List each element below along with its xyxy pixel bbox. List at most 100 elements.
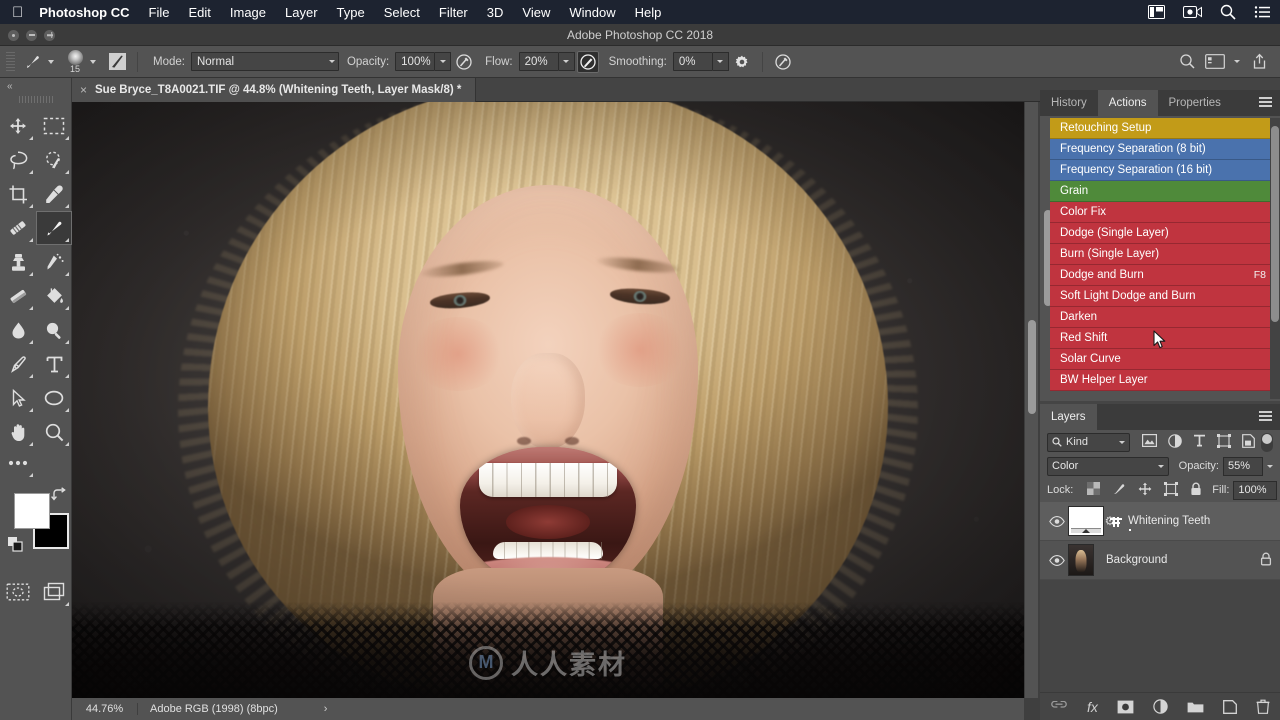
smoothing-stepper[interactable] [712,52,729,71]
canvas-vertical-scrollbar[interactable] [1024,102,1038,698]
menu-window[interactable]: Window [569,5,615,20]
action-row[interactable]: Burn (Single Layer) [1050,244,1274,265]
ellipse-tool[interactable] [36,381,72,415]
action-row[interactable]: Frequency Separation (8 bit) [1050,139,1274,160]
layer-thumbnail[interactable] [1068,544,1094,576]
airbrush-icon[interactable] [576,50,599,73]
menu-filter[interactable]: Filter [439,5,468,20]
eyedropper-tool[interactable] [36,177,72,211]
layer-opacity-input[interactable]: 55% [1223,456,1263,476]
brush-settings-caret-icon[interactable] [90,59,96,64]
lock-artboard-icon[interactable] [1164,481,1179,499]
new-layer-icon[interactable] [1222,699,1237,714]
control-center-icon[interactable] [1254,6,1270,18]
menu-file[interactable]: File [149,5,170,20]
more-tools-icon[interactable] [0,449,36,477]
path-selection-tool[interactable] [0,381,36,415]
opacity-input[interactable]: 100% [395,52,436,71]
blend-mode-select[interactable]: Normal [190,52,339,71]
add-layer-style-icon[interactable]: fx [1087,699,1098,715]
delete-layer-icon[interactable] [1256,699,1270,714]
document-info[interactable]: Adobe RGB (1998) (8bpc) › [138,703,327,715]
paint-bucket-tool[interactable] [36,279,72,313]
lock-image-icon[interactable] [1112,482,1126,499]
layer-row-background[interactable]: Background [1040,541,1280,580]
clone-stamp-tool[interactable] [0,245,36,279]
pixel-filter-icon[interactable] [1141,434,1157,450]
options-bar-grip[interactable] [6,51,15,72]
scrollbar-thumb[interactable] [1028,320,1036,414]
actions-right-thumb[interactable] [1271,126,1279,322]
layer-row-whitening-teeth[interactable]: ⚙ Whitening Teeth [1040,502,1280,541]
tab-layers[interactable]: Layers [1040,404,1097,430]
action-row[interactable]: Color Fix [1050,202,1274,223]
tab-history[interactable]: History [1040,90,1098,116]
swap-colors-icon[interactable] [51,487,67,506]
lock-transparency-icon[interactable] [1087,482,1101,498]
lock-position-icon[interactable] [1138,482,1152,499]
menu-3d[interactable]: 3D [487,5,504,20]
quick-selection-tool[interactable] [36,143,72,177]
lock-all-icon[interactable] [1190,482,1202,499]
action-row[interactable]: BW Helper Layer [1050,370,1274,391]
workspace-caret-icon[interactable] [1234,60,1240,63]
layers-panel-menu-icon[interactable] [1259,411,1272,422]
layer-blend-mode-select[interactable]: Color [1047,456,1169,476]
document-tab[interactable]: × Sue Bryce_T8A0021.TIF @ 44.8% (Whiteni… [72,78,477,102]
screen-mode-icon[interactable] [36,575,72,609]
search-icon[interactable] [1176,51,1198,73]
layer-thumbnail[interactable] [1068,506,1104,536]
spot-healing-brush-tool[interactable] [0,211,36,245]
new-group-icon[interactable] [1187,700,1204,713]
history-brush-tool[interactable] [36,245,72,279]
close-icon[interactable]: × [80,83,87,97]
add-layer-mask-icon[interactable] [1117,700,1134,714]
move-tool[interactable] [0,109,36,143]
smart-object-filter-icon[interactable] [1241,433,1255,451]
action-row[interactable]: Soft Light Dodge and Burn [1050,286,1274,307]
gear-icon[interactable] [731,51,753,73]
screen-record-icon[interactable] [1183,5,1202,19]
shape-filter-icon[interactable] [1216,433,1231,451]
menu-select[interactable]: Select [384,5,420,20]
horizontal-type-tool[interactable] [36,347,72,381]
menu-help[interactable]: Help [635,5,662,20]
image-canvas[interactable]: M 人人素材 [72,102,1024,698]
zoom-tool[interactable] [36,415,72,449]
chevron-right-icon[interactable]: › [324,703,328,715]
zoom-level[interactable]: 44.76% [72,703,138,715]
blur-tool[interactable] [0,313,36,347]
layer-name[interactable]: Background [1106,554,1167,566]
action-row[interactable]: Red Shift [1050,328,1274,349]
lasso-tool[interactable] [0,143,36,177]
hand-tool[interactable] [0,415,36,449]
action-row[interactable]: Grain [1050,181,1274,202]
action-row[interactable]: Retouching Setup [1050,118,1274,139]
toolbar-collapse-icon[interactable]: « [0,78,71,94]
brush-panel-toggle-icon[interactable] [106,51,128,73]
link-layers-icon[interactable] [1050,700,1068,713]
menu-view[interactable]: View [522,5,550,20]
foreground-color-swatch[interactable] [14,493,50,529]
layer-name[interactable]: Whitening Teeth [1128,515,1210,527]
layer-visibility-icon[interactable] [1046,515,1068,527]
symmetry-icon[interactable] [772,51,794,73]
dodge-tool[interactable] [36,313,72,347]
smoothing-input[interactable]: 0% [672,52,713,71]
workspace-icon[interactable] [1204,51,1226,73]
new-adjustment-layer-icon[interactable] [1153,699,1168,714]
opacity-stepper[interactable] [435,52,452,71]
brush-preview[interactable]: 15 [62,48,88,76]
toolbar-grip[interactable] [18,96,53,103]
filter-toggle-switch[interactable] [1260,432,1273,452]
actions-right-scrollbar[interactable] [1270,118,1280,399]
eraser-tool[interactable] [0,279,36,313]
window-zoom-button[interactable] [44,29,55,41]
menu-image[interactable]: Image [230,5,266,20]
brush-tool[interactable] [36,211,72,245]
flow-input[interactable]: 20% [518,52,559,71]
menu-app-name[interactable]: Photoshop CC [39,5,129,20]
spotlight-search-icon[interactable] [1220,4,1236,20]
filter-kind-select[interactable]: Kind [1047,432,1130,452]
layer-visibility-icon[interactable] [1046,554,1068,566]
